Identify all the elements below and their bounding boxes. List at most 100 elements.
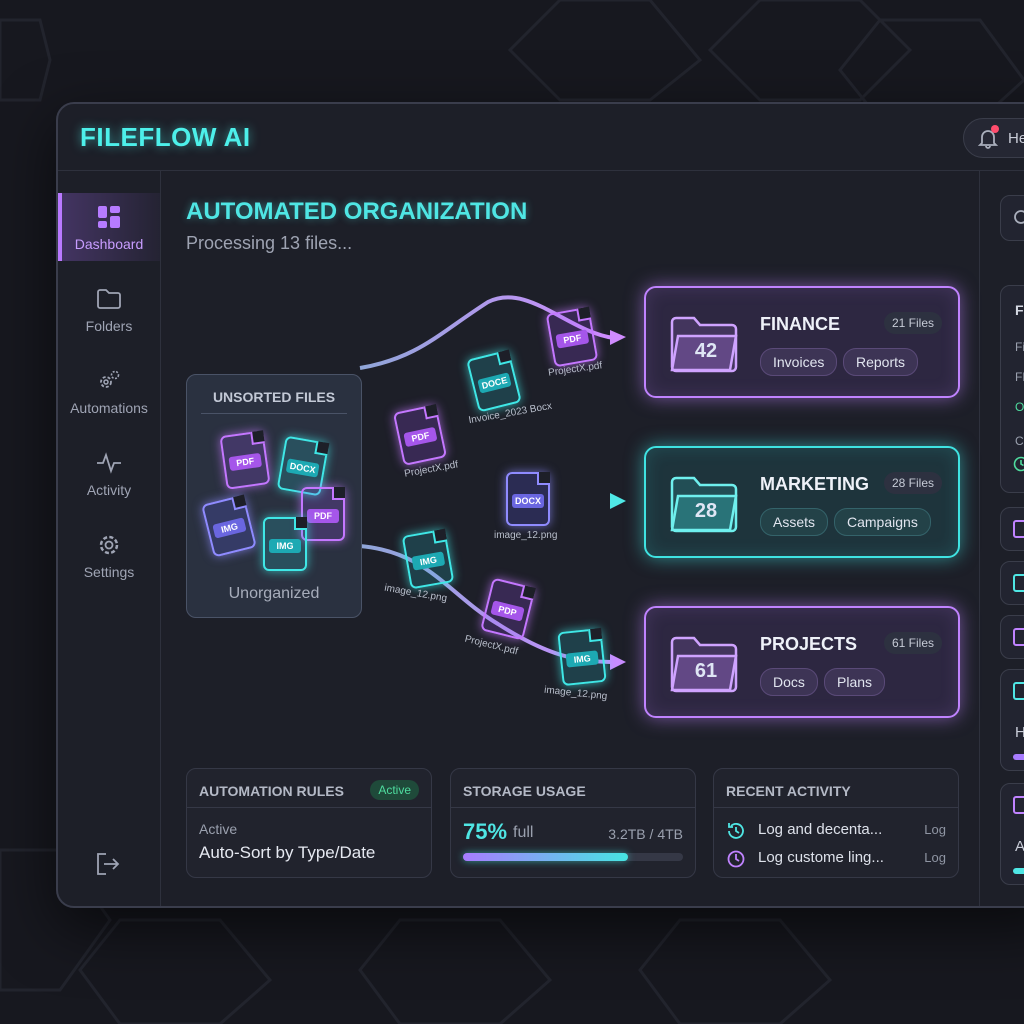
activity-icon <box>97 452 121 474</box>
file-type-label: IMG <box>269 539 301 553</box>
sidebar-item-label: Settings <box>83 564 135 580</box>
card-title: STORAGE USAGE <box>463 783 586 799</box>
sidebar-item-label: Activity <box>86 482 132 498</box>
storage-progress-track <box>463 853 683 861</box>
rp-item[interactable]: H <box>1000 669 1024 771</box>
folder-icon <box>1013 574 1024 592</box>
history-icon <box>728 823 744 839</box>
sidebar-item-folders[interactable]: Folders <box>58 275 160 343</box>
rp-card-title: FO <box>1015 302 1024 318</box>
file-type-label: PDF <box>307 509 339 523</box>
arrowhead-marketing <box>610 493 626 509</box>
rp-item[interactable] <box>1000 615 1024 659</box>
divider <box>201 413 347 414</box>
tag-campaigns[interactable]: Campaigns <box>834 508 931 536</box>
rp-card-text: OI <box>1015 400 1024 414</box>
file-icon: IMG <box>201 494 257 558</box>
file-type-label: IMG <box>212 517 247 539</box>
flow-file-icon: IMG <box>557 627 607 687</box>
rp-progress-bar <box>1013 754 1024 760</box>
file-icon: PDF <box>219 430 271 490</box>
top-bar: FILEFLOW AI He <box>58 104 1024 171</box>
storage-usage-card[interactable]: STORAGE USAGE 75% full 3.2TB / 4TB <box>450 768 696 878</box>
activity-text: Log and decenta... <box>758 821 883 838</box>
tag-reports[interactable]: Reports <box>843 348 919 376</box>
folder-count: 28 <box>694 500 718 522</box>
dashboard-icon <box>98 206 120 228</box>
sidebar-item-automations[interactable]: Automations <box>58 357 160 425</box>
app-window: FILEFLOW AI He Dashboard Folders <box>56 102 1024 908</box>
activity-row[interactable]: Log and decenta... Log <box>726 819 946 841</box>
tag-plans[interactable]: Plans <box>824 668 886 696</box>
sidebar-item-activity[interactable]: Activity <box>58 439 160 507</box>
gears-icon <box>100 370 120 388</box>
file-count-badge: 61 Files <box>883 632 942 654</box>
right-panel-card[interactable]: FO Fil FL OI Cl <box>1000 285 1024 493</box>
file-type-label: IMG <box>411 551 446 571</box>
rp-progress-bar <box>1013 868 1024 874</box>
activity-text: Log custome ling... <box>758 849 884 866</box>
activity-row[interactable]: Log custome ling... Log <box>726 847 946 869</box>
recent-activity-card[interactable]: RECENT ACTIVITY Log and decenta... Log L… <box>713 768 959 878</box>
file-count-badge: 21 Files <box>883 312 942 334</box>
flow-file-icon: IMG <box>401 528 455 590</box>
destination-name: MARKETING <box>760 474 869 494</box>
activity-tag: Log <box>924 850 946 865</box>
logout-icon[interactable] <box>94 851 122 877</box>
file-type-label: DOCX <box>285 458 320 478</box>
file-type-label: DOCX <box>512 494 544 508</box>
rule-status: Active <box>199 821 238 837</box>
destination-finance[interactable]: 42 FINANCE 21 Files Invoices Reports <box>644 286 960 398</box>
unsorted-caption: Unorganized <box>228 585 320 602</box>
tag-invoices[interactable]: Invoices <box>760 348 838 376</box>
file-type-label: IMG <box>565 650 599 668</box>
sidebar-item-dashboard[interactable]: Dashboard <box>58 193 160 261</box>
clock-icon <box>1013 456 1024 472</box>
tag-docs[interactable]: Docs <box>760 668 818 696</box>
flow-file-icon: DOCX <box>506 472 550 526</box>
file-icon: PDF <box>301 487 345 541</box>
folder-icon <box>1013 628 1024 646</box>
user-greeting: He <box>1008 130 1024 147</box>
rp-card-text: Cl <box>1015 434 1024 448</box>
folder-icon <box>97 289 121 309</box>
rp-card-text: FL <box>1015 370 1024 384</box>
file-type-label: PDF <box>555 329 590 349</box>
clock-icon <box>727 850 745 868</box>
file-type-label: PDF <box>228 452 263 472</box>
unsorted-files-panel: UNSORTED FILES PDF DOCX IMG PDF IMG Unor… <box>186 374 362 618</box>
unsorted-title: UNSORTED FILES <box>212 389 336 405</box>
card-title: RECENT ACTIVITY <box>726 783 851 799</box>
arrowhead-finance <box>610 330 626 345</box>
rp-item[interactable] <box>1000 507 1024 551</box>
automation-rules-card[interactable]: AUTOMATION RULES Active Active Auto-Sort… <box>186 768 432 878</box>
sidebar: Dashboard Folders Automations Activity S… <box>58 171 161 906</box>
folder-count: 42 <box>694 340 718 362</box>
rp-item-text: A <box>1015 838 1024 855</box>
status-badge: Active <box>370 780 419 800</box>
notifications-pill[interactable]: He <box>963 118 1024 158</box>
sidebar-item-label: Dashboard <box>74 236 144 252</box>
flow-file-icon: PDF <box>545 306 599 368</box>
rp-item[interactable]: A <box>1000 783 1024 885</box>
file-count-badge: 28 Files <box>883 472 942 494</box>
divider <box>714 807 958 808</box>
divider <box>187 807 431 808</box>
file-type-label: PDP <box>490 600 525 622</box>
tag-assets[interactable]: Assets <box>760 508 829 536</box>
arrowhead-projects <box>610 654 626 670</box>
page-subtitle: Processing 13 files... <box>186 233 353 253</box>
divider <box>451 807 695 808</box>
document-icon <box>1013 520 1024 538</box>
sidebar-item-label: Folders <box>85 318 133 334</box>
destination-projects[interactable]: 61 PROJECTS 61 Files Docs Plans <box>644 606 960 718</box>
app-title: FILEFLOW AI <box>80 122 251 152</box>
document-icon <box>1013 796 1024 814</box>
storage-amount: 3.2TB / 4TB <box>608 826 683 842</box>
folder-count: 61 <box>694 660 718 682</box>
sidebar-item-settings[interactable]: Settings <box>58 521 160 589</box>
search-box[interactable] <box>1000 195 1024 241</box>
destination-marketing[interactable]: 28 MARKETING 28 Files Assets Campaigns <box>644 446 960 558</box>
rp-item[interactable] <box>1000 561 1024 605</box>
right-panel: FO Fil FL OI Cl H A <box>979 171 1024 906</box>
